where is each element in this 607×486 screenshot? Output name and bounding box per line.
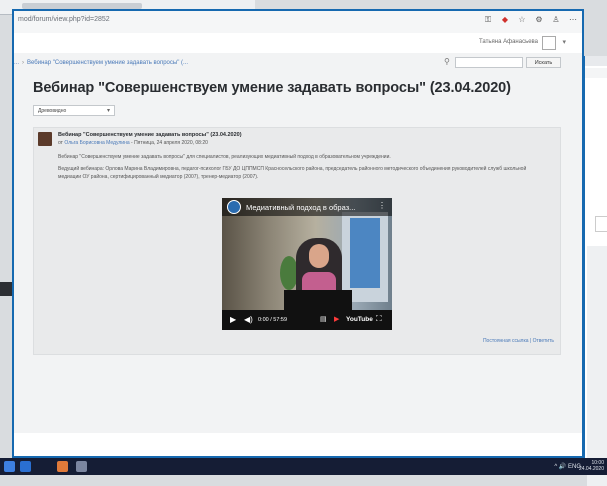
bookmark-star-icon[interactable]: ☆ (517, 15, 527, 25)
avatar[interactable] (542, 36, 556, 50)
play-icon[interactable]: ▶ (230, 315, 236, 324)
more-options-icon[interactable]: ⋮ (378, 201, 386, 210)
video-time: 0:00 / 57:59 (258, 317, 288, 323)
forum-post: Вебинар "Совершенствуем умение задавать … (33, 127, 561, 355)
breadcrumb-item-current[interactable]: Вебинар "Совершенствуем умение задавать … (27, 60, 188, 66)
profile-icon[interactable]: ♙ (551, 15, 561, 25)
subtitles-icon[interactable]: ▤ (320, 315, 327, 323)
video-presenter-face (309, 244, 329, 268)
search-button[interactable]: Искать (526, 57, 561, 68)
fullscreen-icon[interactable]: ⛶ (376, 314, 382, 324)
breadcrumb-item[interactable]: ... (14, 60, 19, 66)
avatar[interactable] (38, 132, 52, 146)
background-window-edge (0, 282, 12, 296)
system-tray[interactable]: ^ 🔊 ENG (554, 463, 581, 470)
clock[interactable]: 10:00 24.04.2020 (579, 460, 604, 472)
background-browser-window[interactable] (582, 56, 607, 486)
video-poster (350, 218, 380, 288)
post-date: - Пятница, 24 апреля 2020, 08:20 (131, 140, 208, 146)
browser-window: mod/forum/view.php?id=2852 ⚿ ◆ ☆ ⚙ ♙ ⋯ Т… (12, 9, 584, 458)
user-name[interactable]: Татьяна Афанасьева (479, 39, 538, 45)
display-mode-value: Древовидно (38, 108, 67, 114)
chevron-down-icon: ▾ (106, 108, 110, 114)
channel-icon[interactable] (227, 200, 241, 214)
author-link[interactable]: Ольга Борисовна Медулина (64, 140, 129, 146)
post-subject: Вебинар "Совершенствуем умение задавать … (58, 132, 242, 138)
display-mode-select[interactable]: Древовидно ▾ (33, 105, 115, 116)
user-menu-bar: Татьяна Афанасьева ▾ (14, 33, 582, 54)
url-text[interactable]: mod/forum/view.php?id=2852 (18, 16, 110, 23)
video-controls: ▶ ◀) 0:00 / 57:59 ▤ ▶ YouTube ⛶ (222, 310, 392, 330)
clock-date: 24.04.2020 (578, 466, 604, 472)
video-frame[interactable]: Медиативный подход в образ... ⋮ (222, 198, 392, 310)
background-tab-strip (585, 56, 607, 66)
breadcrumb: ... › Вебинар "Совершенствуем умение задав… (14, 60, 188, 66)
background-post-panel (587, 246, 607, 486)
chevron-down-icon[interactable]: ▾ (562, 38, 566, 46)
post-text: Ведущий вебинара: Орлова Марина Владимир… (58, 166, 527, 180)
browser-toolbar: ⚿ ◆ ☆ ⚙ ♙ ⋯ (483, 15, 578, 25)
search-input[interactable] (455, 57, 523, 68)
taskbar-app-icon[interactable] (57, 461, 68, 472)
search-icon: ⚲ (444, 57, 450, 66)
breadcrumb-separator: › (22, 60, 25, 66)
taskbar-app-icon[interactable] (76, 461, 87, 472)
video-title[interactable]: Медиативный подход в образ... (246, 203, 355, 212)
taskbar-app-icon[interactable] (20, 461, 31, 472)
video-player[interactable]: Медиативный подход в образ... ⋮ ▶ ◀) 0:0… (222, 198, 392, 330)
settings-icon[interactable]: ⚙ (534, 15, 544, 25)
page-title: Вебинар "Совершенствуем умение задавать … (33, 80, 511, 96)
youtube-logo[interactable]: YouTube (346, 316, 373, 323)
author-prefix: от (58, 140, 63, 146)
taskbar: ^ 🔊 ENG 10:00 24.04.2020 (0, 458, 607, 475)
background-address-bar (585, 68, 607, 78)
post-author-line: от Ольга Борисовна Медулина - Пятница, 2… (58, 140, 208, 146)
address-bar[interactable]: mod/forum/view.php?id=2852 ⚿ ◆ ☆ ⚙ ♙ ⋯ (14, 11, 582, 34)
youtube-icon[interactable]: ▶ (334, 315, 339, 323)
menu-icon[interactable]: ⋯ (568, 15, 578, 25)
key-icon[interactable]: ⚿ (483, 15, 493, 25)
start-icon[interactable] (4, 461, 15, 472)
extension-icon[interactable]: ◆ (500, 15, 510, 25)
post-text: Вебинар "Совершенствуем умение задавать … (58, 154, 391, 160)
volume-icon[interactable]: ◀) (244, 315, 253, 324)
background-select (595, 216, 607, 232)
post-footer-links[interactable]: Постоянная ссылка | Ответить (483, 338, 554, 344)
video-monitor (284, 290, 352, 310)
video-title-bar: Медиативный подход в образ... ⋮ (222, 198, 392, 216)
